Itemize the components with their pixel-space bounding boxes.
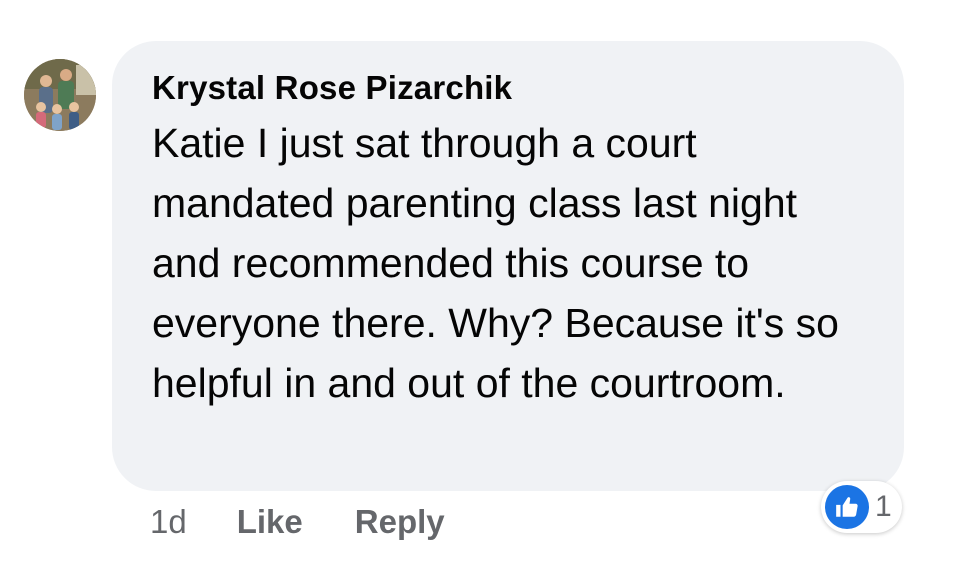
thumbs-up-icon xyxy=(825,485,869,529)
family-photo-avatar xyxy=(24,59,96,131)
avatar[interactable] xyxy=(24,59,96,131)
comment-text: Katie I just sat through a court mandate… xyxy=(152,120,839,406)
reaction-summary[interactable]: 1 xyxy=(821,481,902,533)
comment-author[interactable]: Krystal Rose Pizarchik xyxy=(152,67,874,109)
comment-bubble: Krystal Rose Pizarchik Katie I just sat … xyxy=(112,41,904,491)
comment-timestamp[interactable]: 1d xyxy=(150,503,187,541)
comment-actions: 1d Like Reply xyxy=(150,500,497,544)
reply-button[interactable]: Reply xyxy=(355,503,445,541)
reaction-count: 1 xyxy=(875,490,892,523)
like-button[interactable]: Like xyxy=(237,503,303,541)
